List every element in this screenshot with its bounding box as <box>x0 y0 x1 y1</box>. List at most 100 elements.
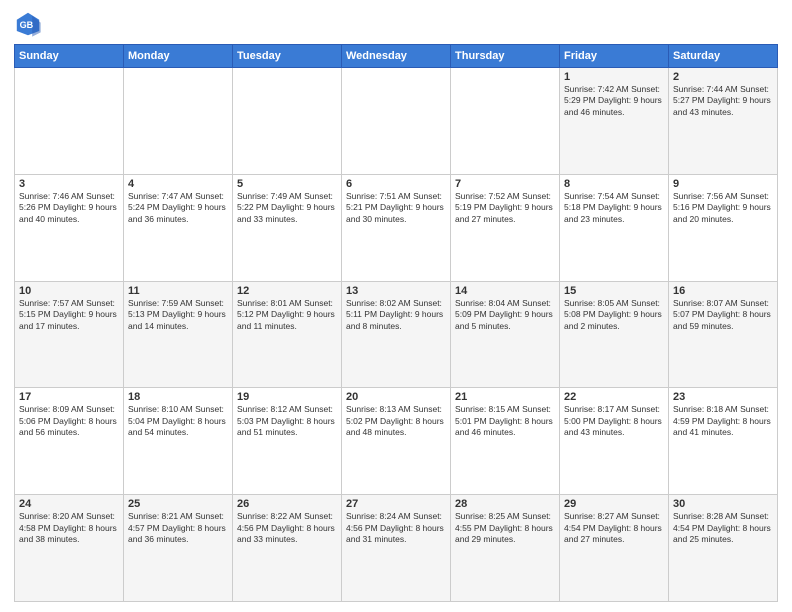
day-cell: 18Sunrise: 8:10 AM Sunset: 5:04 PM Dayli… <box>124 388 233 495</box>
week-row-0: 1Sunrise: 7:42 AM Sunset: 5:29 PM Daylig… <box>15 68 778 175</box>
day-number: 14 <box>455 285 555 297</box>
day-number: 12 <box>237 285 337 297</box>
week-row-4: 24Sunrise: 8:20 AM Sunset: 4:58 PM Dayli… <box>15 495 778 602</box>
day-info: Sunrise: 8:20 AM Sunset: 4:58 PM Dayligh… <box>19 511 119 545</box>
calendar-table: SundayMondayTuesdayWednesdayThursdayFrid… <box>14 44 778 602</box>
day-cell: 26Sunrise: 8:22 AM Sunset: 4:56 PM Dayli… <box>233 495 342 602</box>
day-number: 8 <box>564 178 664 190</box>
day-number: 6 <box>346 178 446 190</box>
col-header-tuesday: Tuesday <box>233 45 342 68</box>
day-number: 22 <box>564 391 664 403</box>
day-info: Sunrise: 7:51 AM Sunset: 5:21 PM Dayligh… <box>346 191 446 225</box>
day-cell: 17Sunrise: 8:09 AM Sunset: 5:06 PM Dayli… <box>15 388 124 495</box>
day-number: 11 <box>128 285 228 297</box>
day-number: 15 <box>564 285 664 297</box>
day-cell: 1Sunrise: 7:42 AM Sunset: 5:29 PM Daylig… <box>560 68 669 175</box>
day-info: Sunrise: 8:18 AM Sunset: 4:59 PM Dayligh… <box>673 404 773 438</box>
col-header-wednesday: Wednesday <box>342 45 451 68</box>
day-number: 1 <box>564 71 664 83</box>
day-number: 21 <box>455 391 555 403</box>
day-cell: 6Sunrise: 7:51 AM Sunset: 5:21 PM Daylig… <box>342 174 451 281</box>
day-cell: 29Sunrise: 8:27 AM Sunset: 4:54 PM Dayli… <box>560 495 669 602</box>
day-number: 26 <box>237 498 337 510</box>
day-info: Sunrise: 8:22 AM Sunset: 4:56 PM Dayligh… <box>237 511 337 545</box>
day-info: Sunrise: 7:47 AM Sunset: 5:24 PM Dayligh… <box>128 191 228 225</box>
day-number: 23 <box>673 391 773 403</box>
day-cell <box>124 68 233 175</box>
day-cell: 12Sunrise: 8:01 AM Sunset: 5:12 PM Dayli… <box>233 281 342 388</box>
col-header-saturday: Saturday <box>669 45 778 68</box>
day-info: Sunrise: 7:56 AM Sunset: 5:16 PM Dayligh… <box>673 191 773 225</box>
day-number: 27 <box>346 498 446 510</box>
day-cell: 7Sunrise: 7:52 AM Sunset: 5:19 PM Daylig… <box>451 174 560 281</box>
day-cell: 5Sunrise: 7:49 AM Sunset: 5:22 PM Daylig… <box>233 174 342 281</box>
svg-text:GB: GB <box>20 20 34 30</box>
header-row: SundayMondayTuesdayWednesdayThursdayFrid… <box>15 45 778 68</box>
day-number: 4 <box>128 178 228 190</box>
day-info: Sunrise: 8:28 AM Sunset: 4:54 PM Dayligh… <box>673 511 773 545</box>
day-cell: 14Sunrise: 8:04 AM Sunset: 5:09 PM Dayli… <box>451 281 560 388</box>
day-number: 24 <box>19 498 119 510</box>
day-number: 2 <box>673 71 773 83</box>
day-info: Sunrise: 7:57 AM Sunset: 5:15 PM Dayligh… <box>19 298 119 332</box>
day-cell <box>15 68 124 175</box>
day-info: Sunrise: 8:01 AM Sunset: 5:12 PM Dayligh… <box>237 298 337 332</box>
day-cell: 11Sunrise: 7:59 AM Sunset: 5:13 PM Dayli… <box>124 281 233 388</box>
day-info: Sunrise: 8:04 AM Sunset: 5:09 PM Dayligh… <box>455 298 555 332</box>
day-number: 20 <box>346 391 446 403</box>
header: GB <box>14 10 778 38</box>
day-cell: 19Sunrise: 8:12 AM Sunset: 5:03 PM Dayli… <box>233 388 342 495</box>
day-cell: 30Sunrise: 8:28 AM Sunset: 4:54 PM Dayli… <box>669 495 778 602</box>
day-info: Sunrise: 8:02 AM Sunset: 5:11 PM Dayligh… <box>346 298 446 332</box>
day-cell: 10Sunrise: 7:57 AM Sunset: 5:15 PM Dayli… <box>15 281 124 388</box>
day-number: 29 <box>564 498 664 510</box>
day-info: Sunrise: 8:10 AM Sunset: 5:04 PM Dayligh… <box>128 404 228 438</box>
day-cell: 15Sunrise: 8:05 AM Sunset: 5:08 PM Dayli… <box>560 281 669 388</box>
day-number: 10 <box>19 285 119 297</box>
day-cell: 4Sunrise: 7:47 AM Sunset: 5:24 PM Daylig… <box>124 174 233 281</box>
day-cell <box>342 68 451 175</box>
day-info: Sunrise: 8:15 AM Sunset: 5:01 PM Dayligh… <box>455 404 555 438</box>
col-header-thursday: Thursday <box>451 45 560 68</box>
day-cell: 23Sunrise: 8:18 AM Sunset: 4:59 PM Dayli… <box>669 388 778 495</box>
day-cell: 20Sunrise: 8:13 AM Sunset: 5:02 PM Dayli… <box>342 388 451 495</box>
day-cell: 2Sunrise: 7:44 AM Sunset: 5:27 PM Daylig… <box>669 68 778 175</box>
day-info: Sunrise: 7:52 AM Sunset: 5:19 PM Dayligh… <box>455 191 555 225</box>
day-info: Sunrise: 7:49 AM Sunset: 5:22 PM Dayligh… <box>237 191 337 225</box>
col-header-sunday: Sunday <box>15 45 124 68</box>
col-header-monday: Monday <box>124 45 233 68</box>
day-info: Sunrise: 8:13 AM Sunset: 5:02 PM Dayligh… <box>346 404 446 438</box>
day-number: 19 <box>237 391 337 403</box>
day-cell: 13Sunrise: 8:02 AM Sunset: 5:11 PM Dayli… <box>342 281 451 388</box>
day-info: Sunrise: 8:27 AM Sunset: 4:54 PM Dayligh… <box>564 511 664 545</box>
day-cell: 22Sunrise: 8:17 AM Sunset: 5:00 PM Dayli… <box>560 388 669 495</box>
logo: GB <box>14 10 46 38</box>
day-number: 25 <box>128 498 228 510</box>
logo-icon: GB <box>14 10 42 38</box>
day-number: 17 <box>19 391 119 403</box>
day-cell: 8Sunrise: 7:54 AM Sunset: 5:18 PM Daylig… <box>560 174 669 281</box>
day-cell: 25Sunrise: 8:21 AM Sunset: 4:57 PM Dayli… <box>124 495 233 602</box>
day-info: Sunrise: 8:24 AM Sunset: 4:56 PM Dayligh… <box>346 511 446 545</box>
week-row-2: 10Sunrise: 7:57 AM Sunset: 5:15 PM Dayli… <box>15 281 778 388</box>
day-info: Sunrise: 8:09 AM Sunset: 5:06 PM Dayligh… <box>19 404 119 438</box>
day-info: Sunrise: 7:54 AM Sunset: 5:18 PM Dayligh… <box>564 191 664 225</box>
calendar-header: SundayMondayTuesdayWednesdayThursdayFrid… <box>15 45 778 68</box>
day-info: Sunrise: 8:12 AM Sunset: 5:03 PM Dayligh… <box>237 404 337 438</box>
day-info: Sunrise: 7:59 AM Sunset: 5:13 PM Dayligh… <box>128 298 228 332</box>
day-cell <box>451 68 560 175</box>
day-info: Sunrise: 8:05 AM Sunset: 5:08 PM Dayligh… <box>564 298 664 332</box>
day-number: 30 <box>673 498 773 510</box>
col-header-friday: Friday <box>560 45 669 68</box>
day-number: 9 <box>673 178 773 190</box>
page: GB SundayMondayTuesdayWednesdayThursdayF… <box>0 0 792 612</box>
day-number: 3 <box>19 178 119 190</box>
day-info: Sunrise: 7:42 AM Sunset: 5:29 PM Dayligh… <box>564 84 664 118</box>
day-cell: 27Sunrise: 8:24 AM Sunset: 4:56 PM Dayli… <box>342 495 451 602</box>
day-info: Sunrise: 8:25 AM Sunset: 4:55 PM Dayligh… <box>455 511 555 545</box>
day-number: 16 <box>673 285 773 297</box>
day-number: 18 <box>128 391 228 403</box>
day-info: Sunrise: 7:44 AM Sunset: 5:27 PM Dayligh… <box>673 84 773 118</box>
day-number: 13 <box>346 285 446 297</box>
day-number: 7 <box>455 178 555 190</box>
